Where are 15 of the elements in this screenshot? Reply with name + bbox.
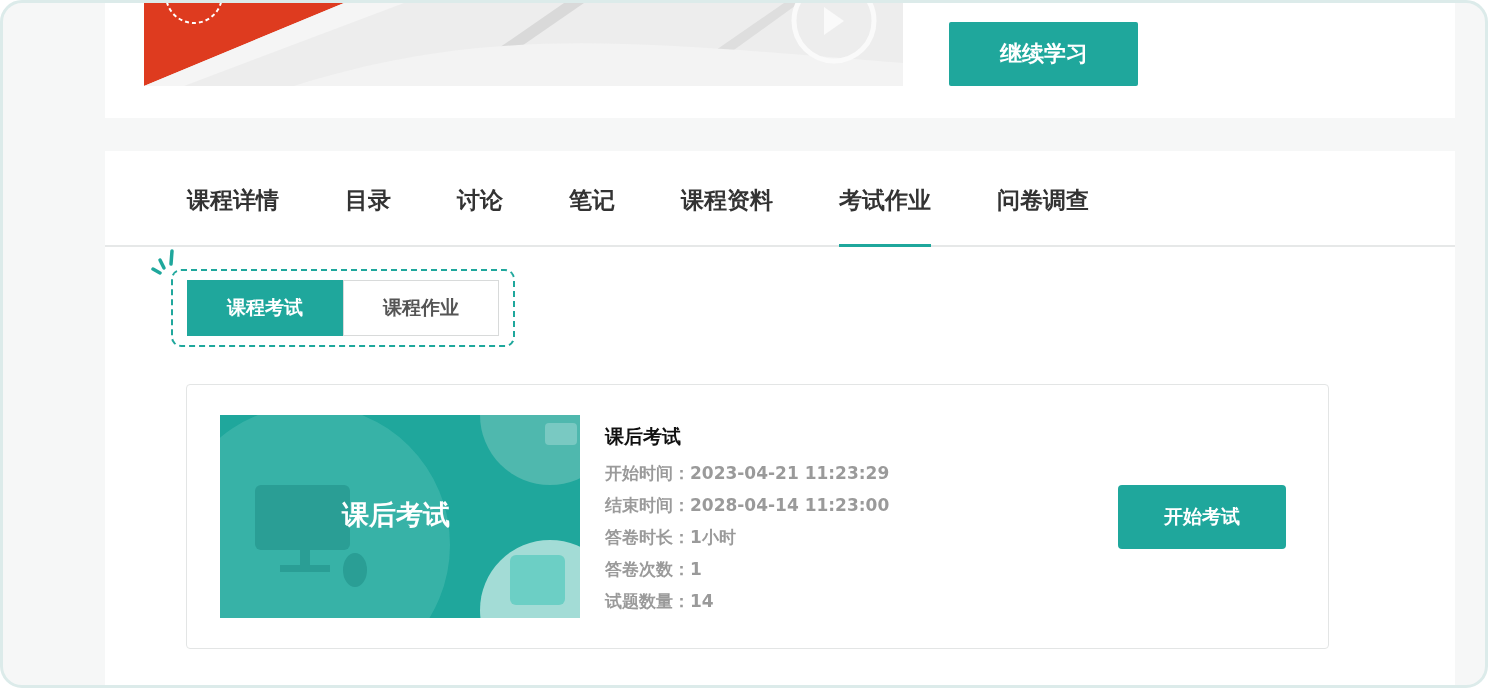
exam-detail: 试题数量：14 [605,590,715,613]
thumbnail-caption: 课后考试 [342,498,450,532]
exam-detail: 结束时间：2028-04-14 11:23:00 [605,494,891,517]
exam-detail: 开始时间：2023-04-21 11:23:29 [605,462,891,485]
exam-title: 课后考试 [605,424,682,449]
sub-tab[interactable]: 课程作业 [343,280,499,336]
exam-detail: 答卷时长：1小时 [605,526,737,549]
tab[interactable]: 考试作业 [839,151,931,247]
tab[interactable]: 讨论 [457,151,503,247]
tab[interactable]: 课程资料 [681,151,773,247]
exam-detail: 答卷次数：1 [605,558,703,581]
tab[interactable]: 课程详情 [187,151,279,247]
tab[interactable]: 目录 [345,151,391,247]
tab[interactable]: 问卷调查 [997,151,1089,247]
tab[interactable]: 笔记 [569,151,615,247]
